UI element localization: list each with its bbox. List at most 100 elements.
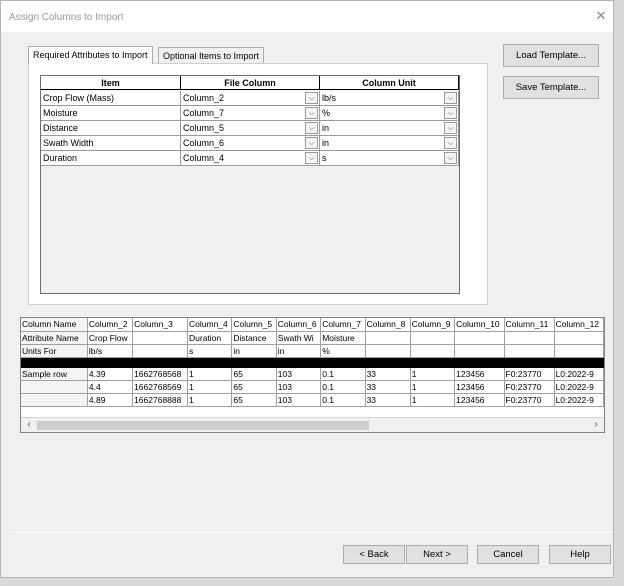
tab-optional-items[interactable]: Optional Items to Import [158,47,265,63]
grid-cell: Column_6 [276,318,322,332]
column-unit-dropdown[interactable]: in ⌵ [320,121,459,136]
row-header-cell [21,393,88,407]
column-unit-dropdown-value: s [322,153,327,163]
item-cell-value: Crop Flow (Mass) [43,93,115,103]
grid-cell: 4.39 [87,367,134,381]
file-column-dropdown[interactable]: Column_5 ⌵ [181,121,320,136]
item-cell-value: Swath Width [43,138,94,148]
grid-cell: Column_10 [454,318,505,332]
file-column-dropdown-value: Column_4 [183,153,225,163]
grid-cell: 1662768569 [132,380,189,394]
column-unit-dropdown[interactable]: lb/s ⌵ [320,91,459,106]
grid-cell: 1662768888 [132,393,189,407]
file-column-dropdown[interactable]: Column_4 ⌵ [181,151,320,166]
grid-cell: 65 [231,367,277,381]
column-unit-dropdown[interactable]: s ⌵ [320,151,459,166]
grid-cell: 1 [410,393,456,407]
horizontal-scrollbar[interactable]: ‹ › [21,417,604,432]
file-column-dropdown-value: Column_6 [183,138,225,148]
grid-row: Attribute Name Crop Flow Duration Distance S… [21,331,604,345]
grid-cell: L0:2022-9 [554,367,604,381]
column-preview-grid: Column Name Column_2 Column_3 Column_4 Colum… [20,317,605,433]
dropdown-button[interactable]: ⌵ [444,92,457,104]
grid-cell [365,331,411,345]
scroll-right-icon[interactable]: › [590,419,602,431]
grid-cell [365,357,411,368]
scrollbar-thumb[interactable] [37,421,369,430]
dropdown-button[interactable]: ⌵ [305,92,318,104]
dropdown-button[interactable]: ⌵ [305,137,318,149]
grid-row: 4.4 1662768569 1 65 103 0.1 33 1 123456 F0:23770 L… [21,380,604,394]
grid-cell: L0:2022-9 [554,393,604,407]
grid-cell: 103 [276,393,322,407]
grid-cell: F0:23770 [504,380,555,394]
column-unit-dropdown[interactable]: % ⌵ [320,106,459,121]
grid-cell: 123456 [454,367,505,381]
save-template-button[interactable]: Save Template... [503,76,599,99]
grid-cell: 0.1 [320,393,366,407]
grid-cell: Crop Flow [87,331,134,345]
dropdown-button[interactable]: ⌵ [305,152,318,164]
tab-required-attributes[interactable]: Required Attributes to Import [28,46,153,64]
file-column-dropdown[interactable]: Column_7 ⌵ [181,106,320,121]
dropdown-button[interactable]: ⌵ [444,122,457,134]
grid-cell: 0.1 [320,380,366,394]
row-header-cell: Units For [21,344,88,358]
grid-cell [132,331,189,345]
grid-cell: 123456 [454,393,505,407]
item-cell: Distance [41,121,181,136]
grid-cell [132,357,189,368]
footer-separator [13,532,613,533]
grid-cell: Column_11 [504,318,555,332]
dropdown-button[interactable]: ⌵ [444,137,457,149]
grid-cell: s [187,344,233,358]
grid-cell: Column_8 [365,318,411,332]
next-button[interactable]: Next > [406,545,468,564]
chevron-down-icon: ⌵ [309,155,315,162]
grid-cell [454,331,505,345]
grid-cell [554,331,604,345]
grid-cell [554,357,604,368]
grid-cell [504,357,555,368]
row-header-cell [21,357,88,368]
row-header-cell: Sample row [21,367,88,381]
chevron-down-icon: ⌵ [309,125,315,132]
column-unit-dropdown-value: in [322,138,330,148]
column-unit-dropdown-value: % [322,108,331,118]
attribute-assignment-grid: Item File Column Column Unit Crop Flow (… [40,75,460,294]
file-column-dropdown-value: Column_7 [183,108,225,118]
file-column-dropdown[interactable]: Column_2 ⌵ [181,91,320,106]
grid-cell: in [276,344,322,358]
tab-label: Optional Items to Import [163,51,260,61]
grid-cell: 33 [365,367,411,381]
dropdown-button[interactable]: ⌵ [444,152,457,164]
dropdown-button[interactable]: ⌵ [305,107,318,119]
close-icon[interactable]: ✕ [593,8,609,24]
grid-cell: Column_12 [554,318,604,332]
cancel-button[interactable]: Cancel [477,545,539,564]
item-cell: Moisture [41,106,181,121]
dropdown-button[interactable]: ⌵ [444,107,457,119]
column-unit-dropdown[interactable]: in ⌵ [320,136,459,151]
back-button[interactable]: < Back [343,545,405,564]
grid-cell [410,331,456,345]
grid-cell [320,357,366,368]
grid-cell [276,357,322,368]
load-template-button[interactable]: Load Template... [503,44,599,67]
dropdown-button[interactable]: ⌵ [305,122,318,134]
help-button[interactable]: Help [549,545,611,564]
column-unit-dropdown-value: lb/s [322,93,337,103]
title-bar: Assign Columns to Import ✕ [1,1,613,32]
grid-cell: 1 [187,380,233,394]
tab-panel-required: Item File Column Column Unit Crop Flow (… [28,63,488,305]
grid-cell [454,344,505,358]
grid-cell: Swath Wi [276,331,322,345]
grid-cell [454,357,505,368]
file-column-dropdown-value: Column_5 [183,123,225,133]
grid-cell: F0:23770 [504,393,555,407]
chevron-down-icon: ⌵ [448,125,454,132]
item-cell-value: Duration [43,153,78,163]
column-unit-dropdown-value: in [322,123,330,133]
scroll-left-icon[interactable]: ‹ [23,419,35,431]
file-column-dropdown[interactable]: Column_6 ⌵ [181,136,320,151]
